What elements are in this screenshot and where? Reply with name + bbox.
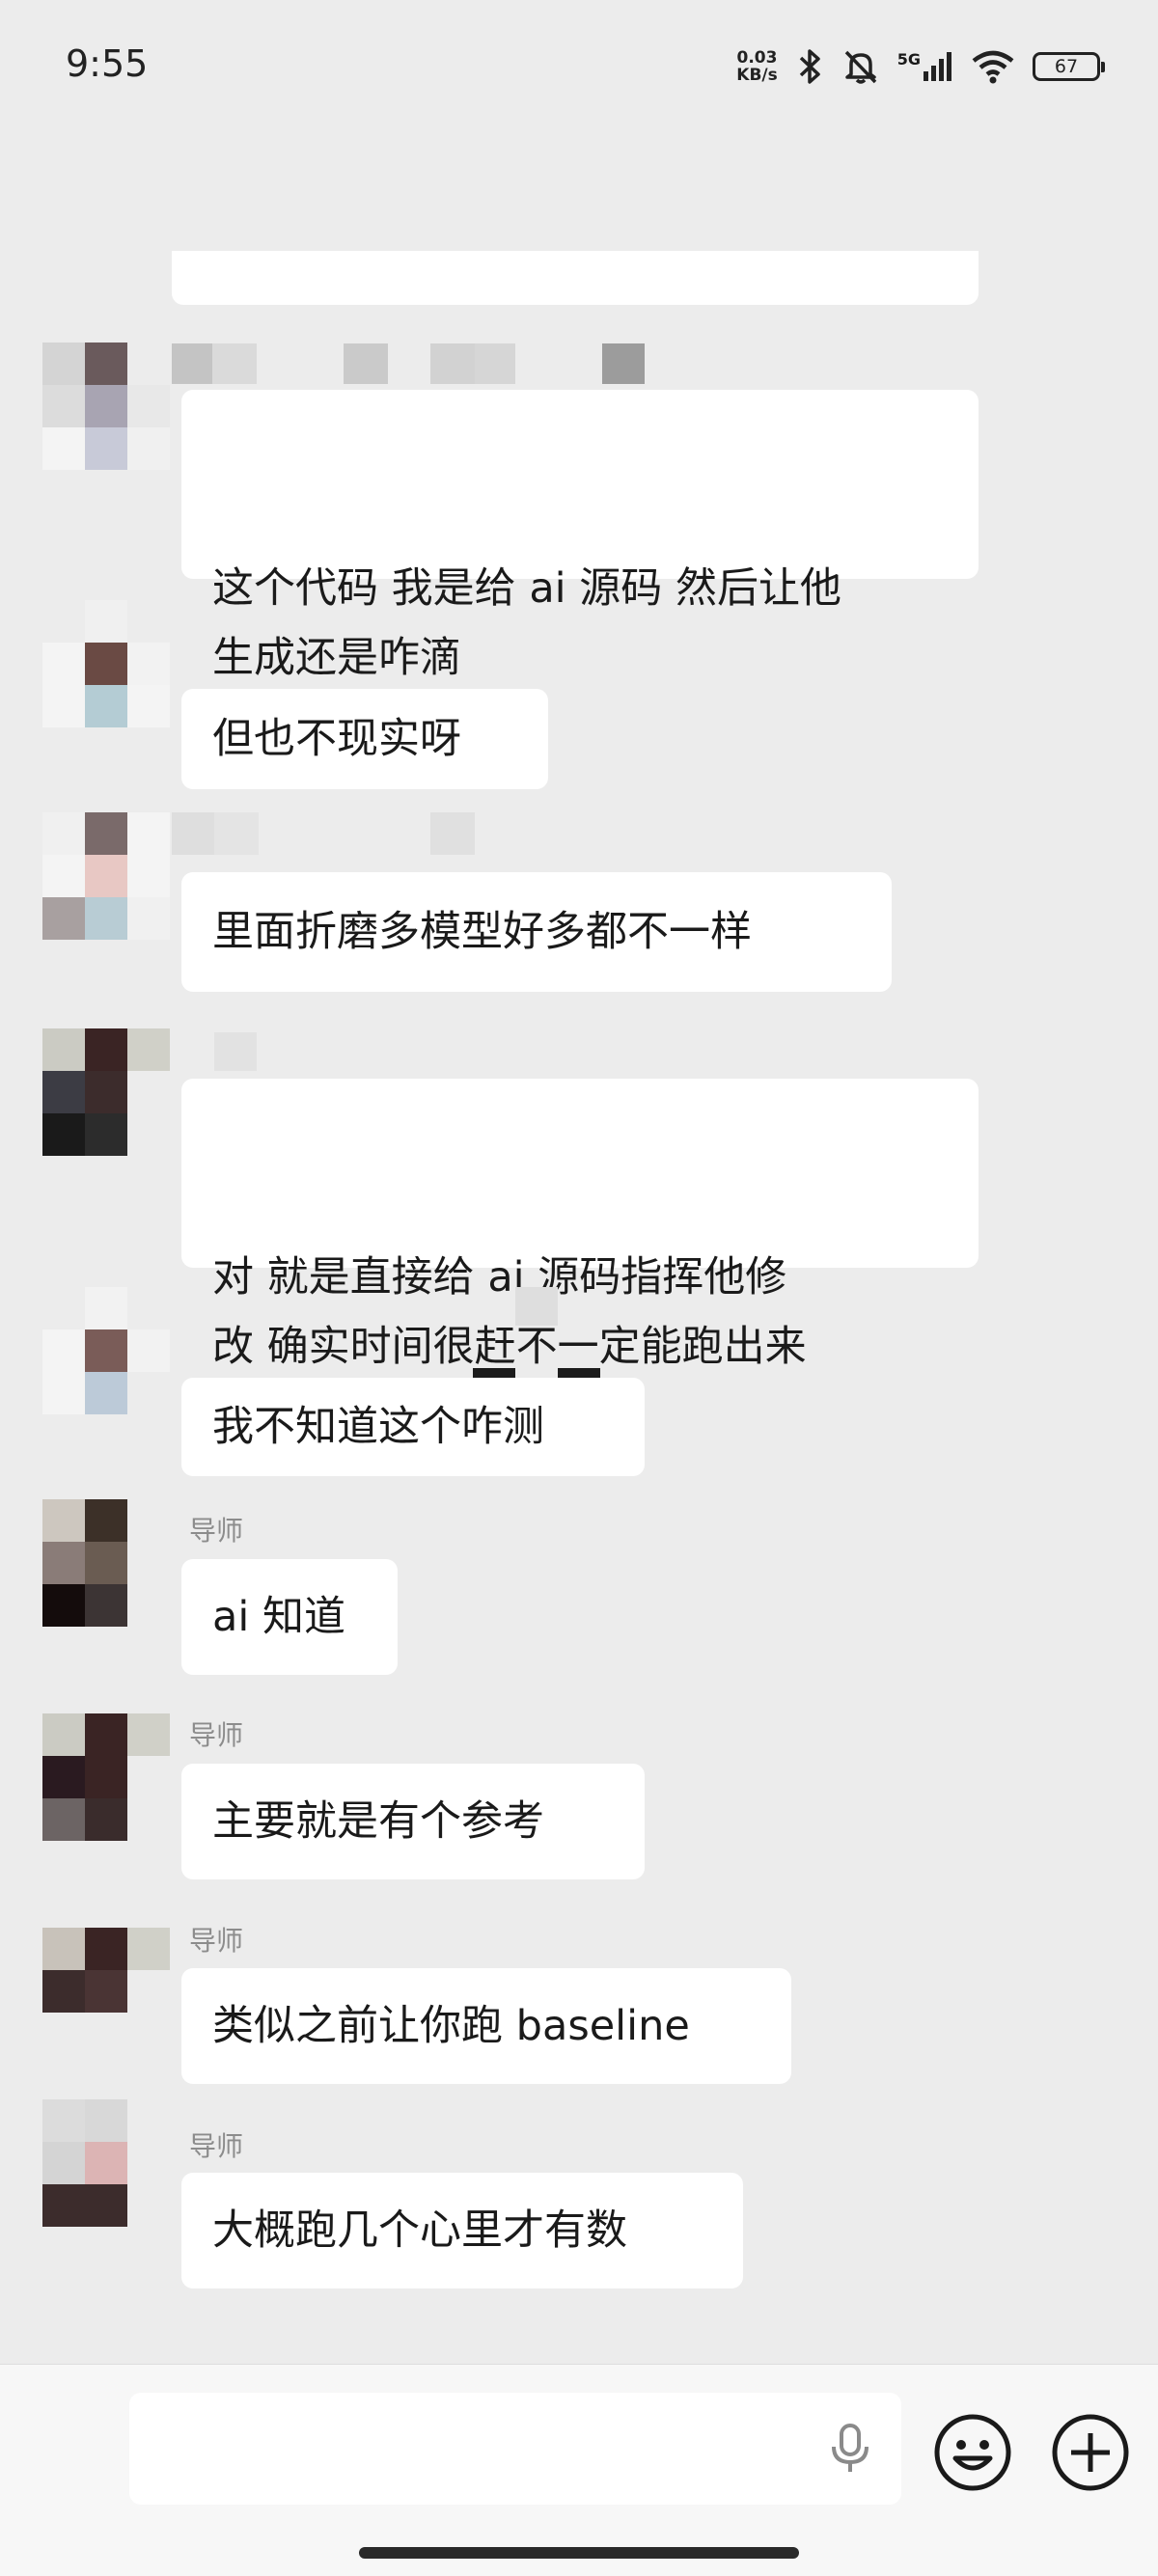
- network-speed-unit: KB/s: [736, 66, 778, 85]
- avatar[interactable]: [42, 812, 170, 940]
- plus-icon[interactable]: [1050, 2412, 1131, 2493]
- microphone-icon[interactable]: [828, 2422, 872, 2476]
- sender-name: 导师: [189, 2130, 244, 2162]
- avatar[interactable]: [42, 1713, 170, 1841]
- muted-bell-icon: [841, 47, 880, 86]
- message-text: 这个代码 我是给 ai 源码 然后让他 生成还是咋滴: [212, 564, 841, 682]
- message-text: 主要就是有个参考: [212, 1797, 544, 1846]
- network-speed: 0.03 KB/s: [736, 49, 777, 84]
- message-bubble[interactable]: 我不知道这个咋测: [181, 1378, 645, 1476]
- wifi-icon: [971, 49, 1015, 84]
- bluetooth-icon: [795, 47, 824, 86]
- network-type: 5G: [896, 50, 921, 69]
- obscured-sender: [430, 343, 475, 384]
- message-bubble[interactable]: ai 知道: [181, 1559, 398, 1675]
- avatar[interactable]: [42, 1028, 170, 1156]
- message-bubble[interactable]: 这个代码 我是给 ai 源码 然后让他 生成还是咋滴: [181, 390, 979, 682]
- obscured-sender: [602, 343, 645, 384]
- obscured-sender: [344, 343, 388, 384]
- home-indicator[interactable]: [359, 2547, 799, 2559]
- obscured-sender: [515, 1287, 558, 1326]
- avatar[interactable]: [42, 1287, 170, 1414]
- obscured-sender: [214, 812, 259, 855]
- sender-name: 导师: [189, 1719, 244, 1751]
- message-text: 大概跑几个心里才有数: [212, 2206, 627, 2255]
- emoji-icon[interactable]: [932, 2412, 1013, 2493]
- avatar[interactable]: [42, 1499, 170, 1627]
- message-text: 对 就是直接给 ai 源码指挥他修 改 确实时间很赶不一定能跑出来: [212, 1253, 807, 1371]
- cellular-signal-icon: 5G: [897, 50, 953, 83]
- message-bubble[interactable]: 主要就是有个参考: [181, 1764, 645, 1879]
- message-text: 类似之前让你跑 baseline: [212, 2002, 690, 2050]
- message-text: 里面折磨多模型好多都不一样: [212, 908, 752, 956]
- message-input[interactable]: [129, 2393, 901, 2505]
- status-time: 9:55: [66, 42, 149, 85]
- avatar[interactable]: [42, 600, 170, 727]
- header-overlay: [0, 145, 1158, 251]
- sender-name: 导师: [189, 1925, 244, 1957]
- message-bubble[interactable]: 类似之前让你跑 baseline: [181, 1968, 791, 2084]
- message-text: 但也不现实呀: [212, 715, 461, 763]
- obscured-sender: [172, 343, 212, 384]
- obscured-sender: [473, 1368, 515, 1378]
- message-bubble[interactable]: 里面折磨多模型好多都不一样: [181, 872, 892, 992]
- sender-name: 导师: [189, 1515, 244, 1547]
- status-bar: 9:55 0.03 KB/s 5G 67: [0, 0, 1158, 135]
- obscured-sender: [172, 812, 214, 855]
- obscured-sender: [475, 343, 515, 384]
- message-bubble[interactable]: 大概跑几个心里才有数: [181, 2173, 743, 2288]
- avatar[interactable]: [42, 1928, 170, 2055]
- message-bubble[interactable]: 但也不现实呀: [181, 689, 548, 789]
- obscured-sender: [558, 1368, 600, 1378]
- obscured-sender: [212, 343, 257, 384]
- avatar[interactable]: [42, 2099, 170, 2227]
- obscured-sender: [430, 812, 475, 855]
- obscured-sender: [214, 1032, 257, 1071]
- battery-indicator: 67: [1033, 52, 1105, 81]
- message-text: ai 知道: [212, 1593, 345, 1641]
- avatar[interactable]: [42, 343, 170, 470]
- status-indicators: 0.03 KB/s 5G 67: [736, 42, 1105, 91]
- message-bubble[interactable]: 对 就是直接给 ai 源码指挥他修 改 确实时间很赶不一定能跑出来: [181, 1079, 979, 1371]
- network-speed-value: 0.03: [736, 48, 778, 68]
- message-text: 我不知道这个咋测: [212, 1403, 544, 1451]
- battery-level: 67: [1054, 56, 1079, 77]
